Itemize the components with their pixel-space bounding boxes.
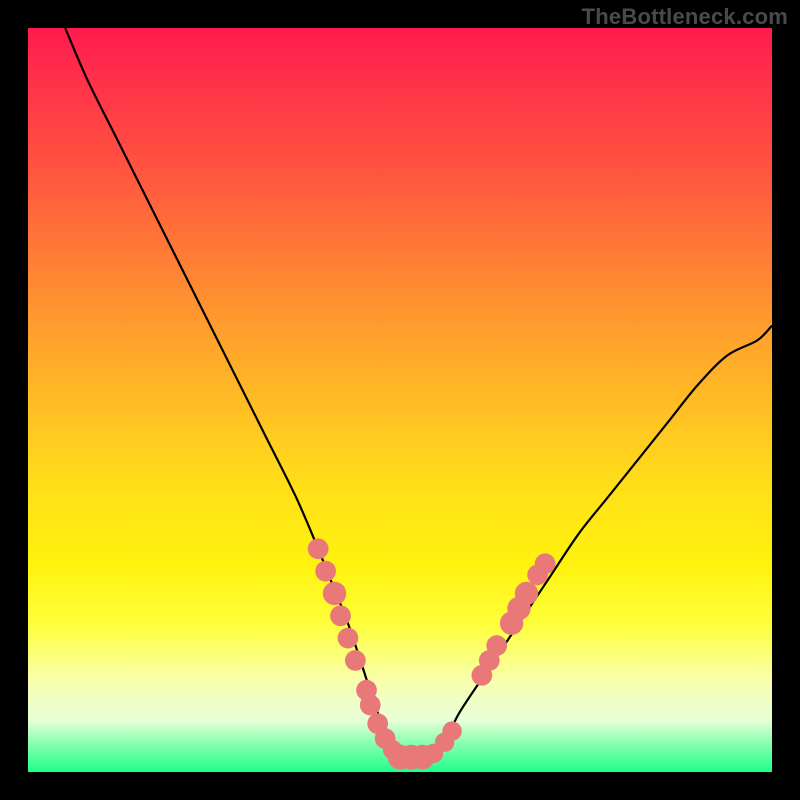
curve-marker (535, 553, 556, 574)
curve-marker (515, 582, 538, 605)
curve-marker (345, 650, 366, 671)
outer-frame: TheBottleneck.com (0, 0, 800, 800)
watermark-text: TheBottleneck.com (582, 4, 788, 30)
curve-marker (360, 695, 381, 716)
chart-svg (28, 28, 772, 772)
curve-marker (308, 538, 329, 559)
curve-marker (315, 561, 336, 582)
plot-area (28, 28, 772, 772)
curve-marker (323, 582, 346, 605)
curve-marker (338, 628, 359, 649)
curve-marker (442, 721, 461, 740)
bottleneck-curve (65, 28, 772, 759)
marker-group (308, 538, 556, 769)
curve-marker (486, 635, 507, 656)
curve-marker (330, 605, 351, 626)
